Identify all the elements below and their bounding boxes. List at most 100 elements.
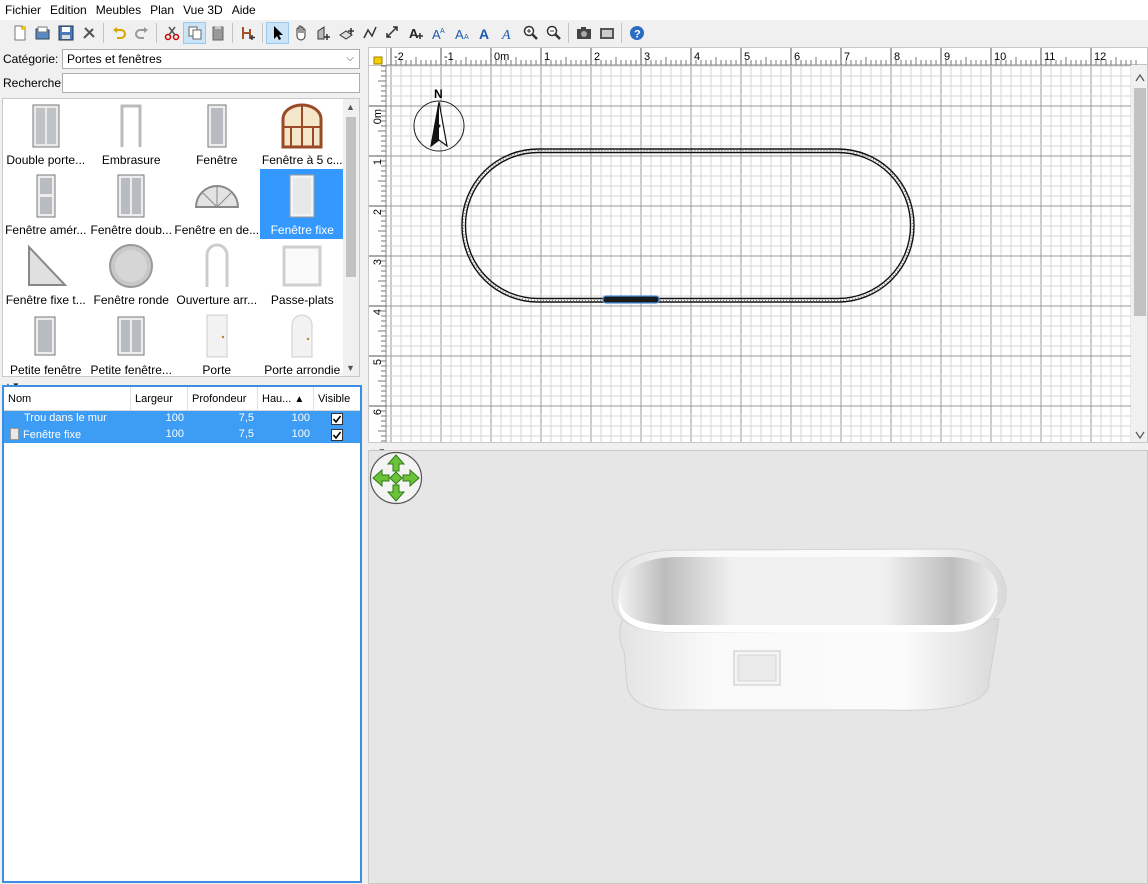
catalog-item[interactable]: Porte	[174, 309, 260, 376]
catalog-item[interactable]: Passe-plats	[260, 239, 346, 309]
arched-opening-icon	[205, 243, 229, 287]
column-header-visible[interactable]: Visible	[314, 387, 360, 410]
create-polylines-icon[interactable]	[358, 22, 381, 44]
zoom-in-icon[interactable]	[519, 22, 542, 44]
catalog-item[interactable]: Fenêtre fixe t...	[3, 239, 89, 309]
catalog-item[interactable]: Petite fenêtre...	[89, 309, 175, 376]
create-rooms-icon[interactable]	[335, 22, 358, 44]
catalog-scrollbar[interactable]: ▲ ▼	[343, 99, 359, 376]
column-header-width[interactable]: Largeur	[131, 387, 188, 410]
catalog-item[interactable]: Porte arrondie	[260, 309, 346, 376]
paste-icon[interactable]	[206, 22, 229, 44]
table-row[interactable]: Trou dans le mur 100 7,5 100	[4, 411, 360, 427]
level-icon[interactable]	[373, 56, 383, 65]
search-label: Recherche:	[3, 76, 65, 90]
create-dimensions-icon[interactable]	[381, 22, 404, 44]
catalog-item[interactable]: Petite fenêtre	[3, 309, 89, 376]
plan-view[interactable]: -2 -1 0m 1 2 3 4 5 6 7 8 9 10 11 12 0m 1 2 3 4 5 6 N	[368, 47, 1148, 443]
visible-checkbox[interactable]	[331, 413, 343, 425]
menu-plan[interactable]: Plan	[145, 0, 178, 20]
cell-name-text: Trou dans le mur	[24, 412, 107, 424]
right-splitter[interactable]: ▲▼	[368, 443, 1148, 456]
checkmark-icon	[332, 415, 342, 424]
catalog-item-label: Fenêtre ronde	[93, 293, 169, 307]
text-italic-icon[interactable]: A	[496, 22, 519, 44]
column-header-depth[interactable]: Profondeur	[188, 387, 258, 410]
cut-icon[interactable]	[160, 22, 183, 44]
add-furniture-icon[interactable]	[236, 22, 259, 44]
catalog-item[interactable]: Double porte...	[3, 99, 89, 169]
column-header-height-label: Hau...	[262, 393, 292, 405]
left-splitter[interactable]: ▲▼	[0, 377, 363, 390]
catalog-item[interactable]: Fenêtre ronde	[89, 239, 175, 309]
menu-edition[interactable]: Edition	[45, 0, 91, 20]
catalog-item[interactable]: Fenêtre amér...	[3, 169, 89, 239]
menu-meubles[interactable]: Meubles	[91, 0, 145, 20]
cell-visible	[314, 411, 360, 427]
menu-vue3d[interactable]: Vue 3D	[178, 0, 227, 20]
compass-north-label: N	[434, 87, 443, 101]
pan-icon[interactable]	[289, 22, 312, 44]
small-window-icon	[34, 316, 56, 356]
visible-checkbox[interactable]	[331, 429, 343, 441]
menu-aide[interactable]: Aide	[227, 0, 260, 20]
copy-icon[interactable]	[183, 22, 206, 44]
door-icon	[206, 314, 228, 358]
new-icon[interactable]	[8, 22, 31, 44]
plan-canvas[interactable]: -2 -1 0m 1 2 3 4 5 6 7 8 9 10 11 120m123456N	[369, 48, 1148, 443]
3d-room-model	[611, 548, 1007, 711]
create-walls-icon[interactable]	[312, 22, 335, 44]
table-row[interactable]: Fenêtre fixe 100 7,5 100	[4, 427, 360, 443]
video-icon[interactable]	[595, 22, 618, 44]
preferences-icon[interactable]	[77, 22, 100, 44]
plan-window[interactable]	[602, 295, 660, 304]
photo-icon[interactable]	[572, 22, 595, 44]
scroll-down-icon[interactable]: ▼	[346, 363, 355, 373]
text-bold-icon[interactable]: A	[473, 22, 496, 44]
double-window-icon	[117, 174, 145, 218]
3d-canvas[interactable]	[369, 451, 1148, 884]
cell-name: Fenêtre fixe	[4, 427, 131, 443]
text-increase-icon[interactable]: AA	[427, 22, 450, 44]
cell-depth: 7,5	[238, 412, 254, 424]
column-header-name[interactable]: Nom	[4, 387, 131, 410]
redo-icon[interactable]	[130, 22, 153, 44]
plan-grid	[386, 65, 1147, 442]
help-icon[interactable]: ?	[625, 22, 648, 44]
zoom-out-icon[interactable]	[542, 22, 565, 44]
chevron-down-icon: ⌵	[346, 53, 354, 64]
sweet-home-3d-window: Fichier Edition Meubles Plan Vue 3D Aide…	[0, 0, 1148, 884]
catalog-item[interactable]: Fenêtre à 5 c...	[260, 99, 346, 169]
toolbar-separator	[262, 23, 263, 43]
catalog-item[interactable]: Fenêtre en de...	[174, 169, 260, 239]
undo-icon[interactable]	[107, 22, 130, 44]
table-body: Trou dans le mur 100 7,5 100 Fenêtre fixe 100…	[4, 411, 360, 443]
scrollbar-thumb[interactable]	[1134, 88, 1146, 316]
save-icon[interactable]	[54, 22, 77, 44]
navigation-arrows-icon[interactable]	[369, 451, 423, 505]
catalog-item[interactable]: Fenêtre fixe	[259, 169, 345, 239]
add-text-icon[interactable]: A	[404, 22, 427, 44]
open-icon[interactable]	[31, 22, 54, 44]
text-decrease-icon[interactable]: AA	[450, 22, 473, 44]
3d-view[interactable]	[368, 450, 1148, 884]
search-input[interactable]	[62, 73, 360, 93]
catalog-item-label: Embrasure	[101, 153, 161, 167]
column-header-height[interactable]: Hau... ▲	[258, 387, 314, 410]
scrollbar-thumb[interactable]	[346, 117, 356, 277]
catalog-item[interactable]: Fenêtre	[174, 99, 260, 169]
toolbar-separator	[103, 23, 104, 43]
menu-fichier[interactable]: Fichier	[0, 0, 45, 20]
service-hatch-icon	[282, 245, 322, 287]
ruler-x-label: 1	[544, 51, 550, 63]
category-select[interactable]: Portes et fenêtres ⌵	[62, 49, 360, 69]
catalog-item[interactable]: Embrasure	[89, 99, 175, 169]
catalog-item[interactable]: Fenêtre doub...	[89, 169, 175, 239]
catalog-item[interactable]: Ouverture arr...	[174, 239, 260, 309]
plan-scrollbar-vertical[interactable]	[1131, 65, 1148, 443]
ruler-y-label: 1	[372, 159, 384, 165]
checkmark-icon	[332, 431, 342, 440]
select-icon[interactable]	[266, 22, 289, 44]
double-door-icon	[32, 104, 60, 148]
scroll-up-icon[interactable]: ▲	[346, 102, 355, 112]
